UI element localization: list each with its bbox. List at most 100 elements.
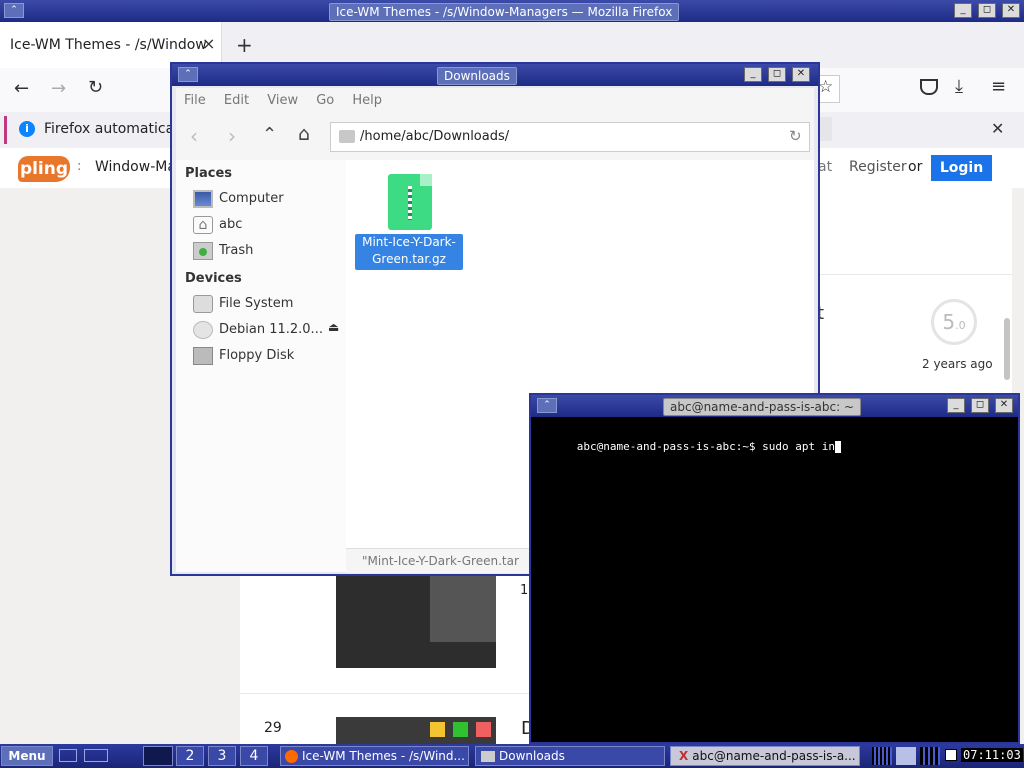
location-bar[interactable]: /home/abc/Downloads/ ↻ [330,122,810,152]
yellow-swatch [430,722,445,737]
terminal-window: ⌃ abc@name-and-pass-is-abc: ~ _ ◻ ✕ abc@… [529,393,1020,744]
window-menu-button[interactable]: ⌃ [4,3,24,18]
workspace-2[interactable]: 2 [176,746,204,766]
page-scrollbar[interactable] [1004,318,1010,380]
menu-edit[interactable]: Edit [224,88,249,114]
network-monitor-icon [896,747,916,765]
sidebar-item-file-system[interactable]: File System [193,293,293,315]
sidebar-item-floppy[interactable]: Floppy Disk [193,345,294,367]
file-label: Mint-Ice-Y-Dark- Green.tar.gz [355,234,463,270]
theme-preview-2[interactable] [336,717,496,744]
red-swatch [476,722,491,737]
terminal-titlebar[interactable]: ⌃ abc@name-and-pass-is-abc: ~ _ ◻ ✕ [531,395,1018,417]
minimize-button[interactable]: _ [954,3,972,18]
reload-icon[interactable]: ↻ [88,77,103,98]
updated-time: 2 years ago [922,357,993,371]
home-icon[interactable]: ⌂ [298,123,310,145]
forward-icon[interactable]: › [228,124,236,148]
home-folder-icon: ⌂ [193,215,213,234]
trash-icon [193,241,213,260]
thunar-minimize-button[interactable]: _ [744,67,762,82]
mail-monitor-icon [920,747,940,765]
maximize-button[interactable]: ◻ [978,3,996,18]
floppy-disk-icon [193,346,213,365]
notice-accent [4,116,7,144]
sidebar-item-debian[interactable]: Debian 11.2.0... [193,319,323,341]
sidebar-item-computer[interactable]: Computer [193,188,284,210]
workspace-3[interactable]: 3 [208,746,236,766]
thunar-titlebar[interactable]: ⌃ Downloads _ ◻ ✕ [172,64,818,86]
back-icon[interactable]: ‹ [190,124,198,148]
eject-icon[interactable]: ⏏ [328,320,339,334]
download-icon[interactable]: ⤓ [955,76,963,97]
hard-drive-icon [193,294,213,313]
firefox-titlebar[interactable]: ⌃ Ice-WM Themes - /s/Window-Managers — M… [0,0,1024,22]
thunar-window-menu[interactable]: ⌃ [178,67,198,82]
row-number-1: 1 [520,583,529,598]
menu-go[interactable]: Go [316,88,334,114]
bookmark-star-icon[interactable]: ☆ [818,77,833,97]
task-terminal[interactable]: Xabc@name-and-pass-is-a... [670,746,860,766]
pling-logo[interactable]: pling [18,156,70,182]
task-firefox[interactable]: Ice-WM Themes - /s/Wind... [280,746,469,766]
terminal-title: abc@name-and-pass-is-abc: ~ [663,398,862,416]
rating-value: 5 [942,310,956,334]
show-desktop-icon[interactable] [59,749,77,762]
preview-panel [430,576,496,642]
menu-file[interactable]: File [184,88,206,114]
register-link[interactable]: Register [849,159,907,175]
terminal-output[interactable]: abc@name-and-pass-is-abc:~$ sudo apt in [535,421,1014,738]
thunar-maximize-button[interactable]: ◻ [768,67,786,82]
thunar-close-button[interactable]: ✕ [792,67,810,82]
terminal-icon: X [679,749,689,763]
workspace-1[interactable] [143,746,173,766]
login-label: Login [939,160,984,176]
thunar-toolbar: ‹ › ⌃ ⌂ /home/abc/Downloads/ ↻ [176,114,814,161]
workspace-4[interactable]: 4 [240,746,268,766]
forward-icon[interactable]: → [51,78,66,99]
file-item[interactable]: Mint-Ice-Y-Dark- Green.tar.gz [354,172,464,274]
hamburger-menu-icon[interactable]: ≡ [991,76,1006,97]
terminal-maximize-button[interactable]: ◻ [971,398,989,413]
green-swatch [453,722,468,737]
clock[interactable]: 07:11:03 [961,748,1023,762]
breadcrumb-separator: : [77,159,82,174]
pocket-icon[interactable] [920,79,938,95]
terminal-window-menu[interactable]: ⌃ [537,398,557,413]
breadcrumb-link[interactable]: Window-Ma [95,159,176,175]
rating-decimal: .0 [955,319,966,332]
folder-icon [339,130,355,143]
cpu-monitor-icon [872,747,892,765]
firefox-icon [285,750,298,763]
close-button[interactable]: ✕ [1002,3,1020,18]
sidebar-item-abc[interactable]: ⌂ abc [193,214,242,236]
terminal-close-button[interactable]: ✕ [995,398,1013,413]
back-icon[interactable]: ← [14,78,29,99]
start-menu-button[interactable]: Menu [1,746,53,766]
tab-close-icon[interactable]: × [202,34,215,53]
login-button[interactable]: Login [931,155,992,181]
thunar-menubar: File Edit View Go Help [176,88,814,114]
window-list-icon[interactable] [84,749,108,762]
thunar-title: Downloads [437,67,517,85]
notice-close-icon[interactable]: ✕ [991,119,1004,138]
computer-icon [193,189,213,208]
rating-circle: 5.0 [931,299,977,345]
new-tab-button[interactable]: + [236,33,253,57]
notice-text: Firefox automatical [44,121,179,137]
archive-file-icon [388,174,432,230]
pling-logo-text: pling [19,159,69,179]
menu-view[interactable]: View [267,88,298,114]
thunar-sidebar: Places Computer ⌂ abc Trash Devices File … [176,160,347,572]
terminal-minimize-button[interactable]: _ [947,398,965,413]
up-icon[interactable]: ⌃ [262,124,277,145]
reload-icon[interactable]: ↻ [789,127,802,145]
mail-icon[interactable] [945,749,957,761]
menu-help[interactable]: Help [352,88,382,114]
task-downloads[interactable]: Downloads [475,746,665,766]
terminal-cursor [835,441,842,453]
sidebar-item-trash[interactable]: Trash [193,240,253,262]
devices-header: Devices [185,271,242,286]
theme-preview-image[interactable] [336,576,496,668]
folder-icon [481,751,495,762]
